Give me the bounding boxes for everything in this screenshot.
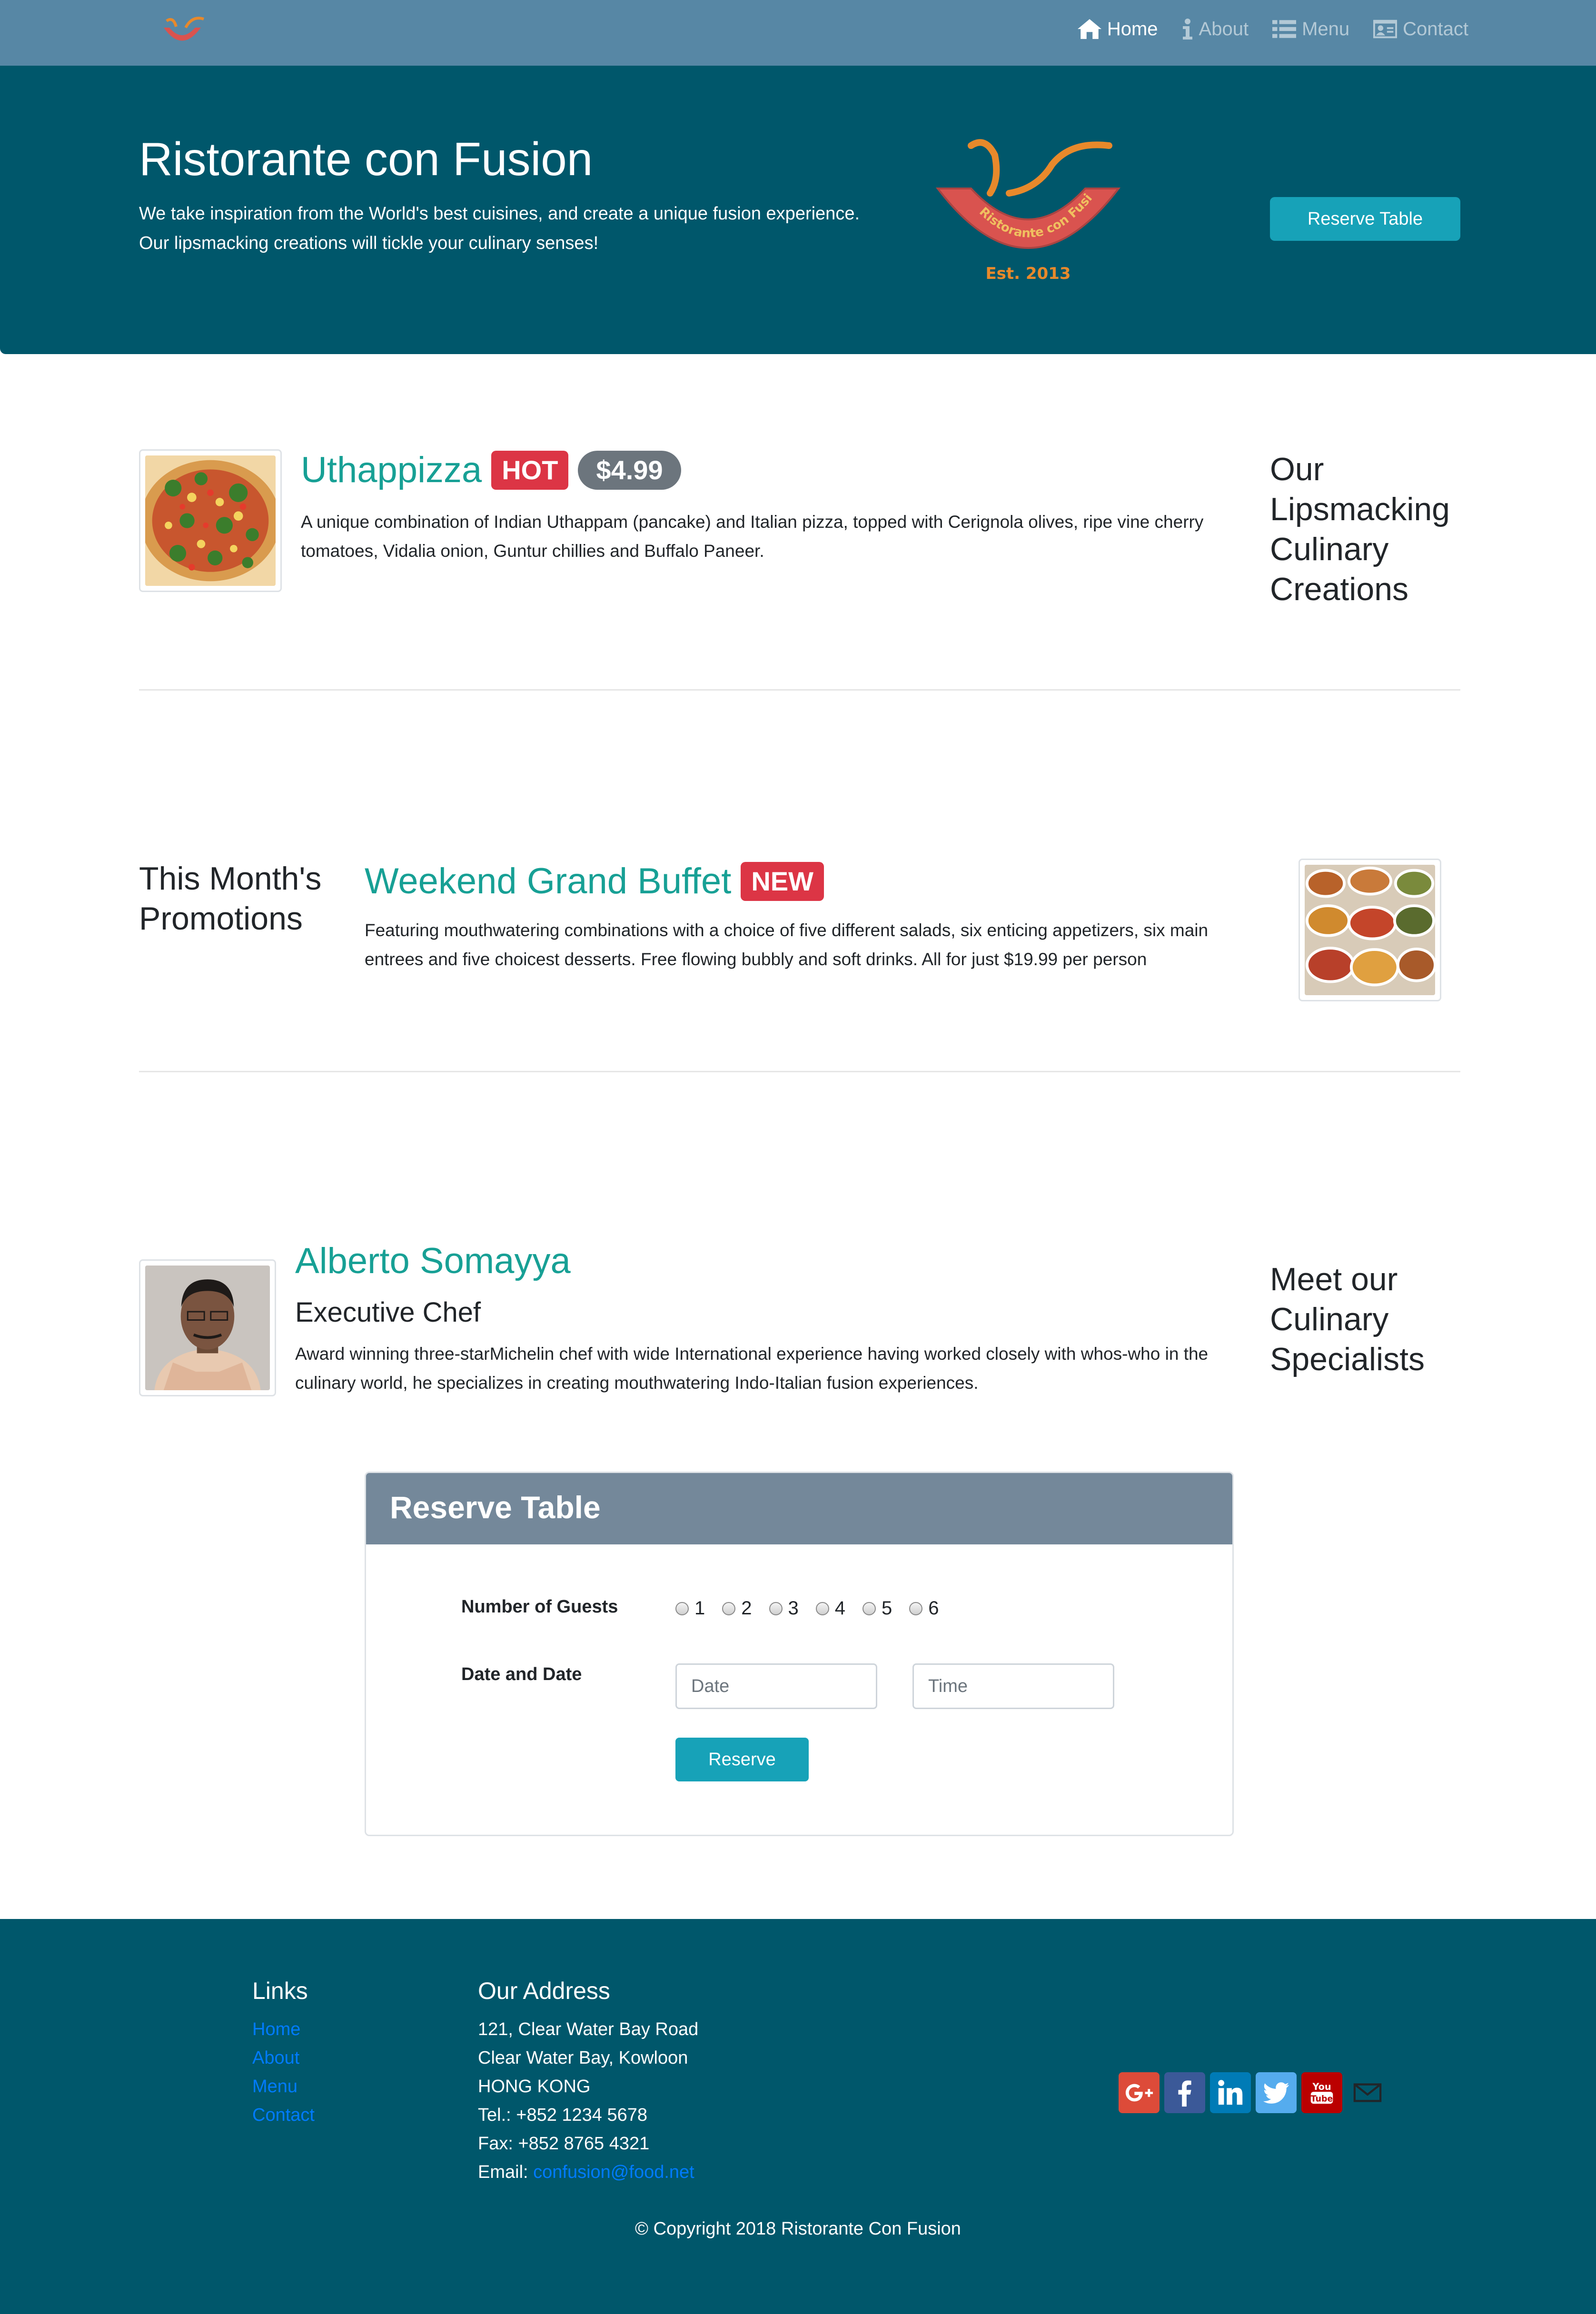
address-heading: Our Address	[478, 1978, 610, 2004]
dish-image	[139, 449, 282, 592]
radio-button[interactable]	[722, 1602, 736, 1615]
price-badge: $4.99	[578, 450, 681, 490]
guest-option-2[interactable]: 2	[722, 1598, 752, 1619]
guest-option-1[interactable]: 1	[675, 1598, 705, 1619]
youtube-icon: You Tube	[1311, 2081, 1333, 2104]
dish-description: A unique combination of Indian Uthappam …	[301, 512, 1204, 561]
radio-button[interactable]	[769, 1602, 783, 1615]
restaurant-logo[interactable]	[157, 13, 207, 52]
leader-image	[139, 1259, 276, 1396]
promotion-name: Weekend Grand Buffet	[365, 861, 732, 901]
new-badge: NEW	[741, 861, 824, 901]
address: 121, Clear Water Bay Road Clear Water Ba…	[478, 2015, 698, 2186]
nav-contact-label: Contact	[1403, 18, 1468, 40]
nav-about-label: About	[1199, 18, 1249, 40]
copyright: © Copyright 2018 Ristorante Con Fusion	[635, 2219, 961, 2239]
jumbotron-line-2: Our lipsmacking creations will tickle yo…	[139, 233, 599, 253]
radio-button[interactable]	[815, 1602, 829, 1615]
facebook-icon	[1178, 2080, 1191, 2107]
youtube-button[interactable]: You Tube	[1301, 2072, 1342, 2113]
home-icon	[1077, 19, 1101, 39]
date-label: Date and Date	[461, 1664, 582, 1684]
promotion-title: Weekend Grand Buffet NEW	[365, 860, 824, 902]
address-line: 121, Clear Water Bay Road	[478, 2019, 699, 2039]
info-icon	[1182, 19, 1192, 40]
email-link[interactable]: confusion@food.net	[533, 2162, 694, 2182]
phone-line: Tel.: +852 1234 5678	[478, 2105, 648, 2125]
time-input[interactable]	[912, 1663, 1114, 1709]
footer-link-menu[interactable]: Menu	[252, 2077, 297, 2096]
jumbotron-line-1: We take inspiration from the World's bes…	[139, 204, 860, 224]
chef-portrait	[145, 1266, 270, 1390]
email-button[interactable]	[1347, 2072, 1388, 2113]
guests-label: Number of Guests	[461, 1597, 618, 1617]
list-icon	[1272, 20, 1297, 38]
fax-line: Fax: +852 8765 4321	[478, 2134, 650, 2154]
footer: Links Home About Menu Contact Our Addres…	[0, 1919, 1596, 2314]
facebook-button[interactable]	[1164, 2072, 1205, 2113]
nav-menu[interactable]: Menu	[1272, 18, 1349, 40]
guest-option-4[interactable]: 4	[815, 1598, 845, 1619]
dish-name: Uthappizza	[301, 450, 482, 490]
promotion-description: Featuring mouthwatering combinations wit…	[365, 920, 1209, 969]
svg-text:You: You	[1312, 2081, 1331, 2092]
promotions-section-heading: This Month's Promotions	[139, 860, 322, 937]
footer-link-contact[interactable]: Contact	[252, 2105, 315, 2125]
footer-link-home[interactable]: Home	[252, 2019, 300, 2039]
card-header: Reserve Table	[366, 1473, 1232, 1544]
specialists-section-heading: Meet our Culinary Specialists	[1270, 1261, 1425, 1377]
reserve-table-card: Reserve Table Number of Guests 1 2 3 4 5…	[365, 1472, 1234, 1836]
restaurant-name: Ristorante con Fusion	[139, 133, 593, 185]
svg-text:Tube: Tube	[1311, 2094, 1333, 2104]
reserve-submit-button[interactable]: Reserve	[675, 1738, 809, 1781]
divider	[139, 689, 1460, 691]
promotion-image	[1299, 859, 1441, 1001]
logo-est-text: Est. 2013	[985, 264, 1071, 283]
leader-description: Award winning three-starMichelin chef wi…	[295, 1344, 1209, 1393]
buffet-image	[1305, 865, 1435, 995]
guest-option-5[interactable]: 5	[862, 1598, 892, 1619]
dishes-section-heading: Our Lipsmacking Culinary Creations	[1270, 451, 1450, 607]
guest-option-6[interactable]: 6	[909, 1598, 939, 1619]
dish-title: Uthappizza HOT $4.99	[301, 449, 681, 491]
linkedin-button[interactable]	[1210, 2072, 1251, 2113]
footer-link-about[interactable]: About	[252, 2048, 299, 2068]
address-line: Clear Water Bay, Kowloon	[478, 2048, 688, 2068]
social-links: You Tube	[1119, 2072, 1388, 2113]
leader-designation: Executive Chef	[295, 1297, 481, 1328]
restaurant-logo-large: Ristorante con Fusion Est. 2013	[928, 136, 1121, 283]
jumbotron: Ristorante con Fusion We take inspiratio…	[0, 66, 1596, 354]
nav-home[interactable]: Home	[1077, 18, 1158, 40]
nav-contact[interactable]: Contact	[1373, 18, 1468, 40]
google-plus-button[interactable]	[1119, 2072, 1160, 2113]
radio-button[interactable]	[675, 1602, 689, 1615]
address-card-icon	[1373, 20, 1398, 39]
twitter-icon	[1263, 2082, 1289, 2104]
nav-about[interactable]: About	[1182, 18, 1249, 40]
links-heading: Links	[252, 1978, 308, 2004]
navbar: Home About Menu Contact	[0, 0, 1596, 66]
divider	[139, 1071, 1460, 1072]
leader-name: Alberto Somayya	[295, 1241, 571, 1281]
twitter-button[interactable]	[1256, 2072, 1297, 2113]
guest-option-3[interactable]: 3	[769, 1598, 799, 1619]
reserve-table-button[interactable]: Reserve Table	[1270, 197, 1460, 241]
email-line: Email: confusion@food.net	[478, 2158, 698, 2186]
nav-home-label: Home	[1107, 18, 1158, 40]
linkedin-icon	[1218, 2080, 1243, 2105]
radio-button[interactable]	[909, 1602, 923, 1615]
card-title: Reserve Table	[390, 1490, 601, 1525]
radio-button[interactable]	[862, 1602, 876, 1615]
google-plus-icon	[1125, 2084, 1153, 2102]
date-input[interactable]	[675, 1663, 877, 1709]
envelope-icon	[1353, 2083, 1382, 2102]
pizza-image	[145, 455, 276, 586]
address-line: HONG KONG	[478, 2077, 591, 2096]
guests-radio-group: 1 2 3 4 5 6	[675, 1598, 939, 1619]
footer-links: Home About Menu Contact	[252, 2015, 315, 2129]
email-label: Email:	[478, 2162, 534, 2182]
hot-badge: HOT	[491, 450, 569, 490]
nav-menu-label: Menu	[1302, 18, 1350, 40]
jumbotron-description: We take inspiration from the World's bes…	[139, 199, 891, 258]
